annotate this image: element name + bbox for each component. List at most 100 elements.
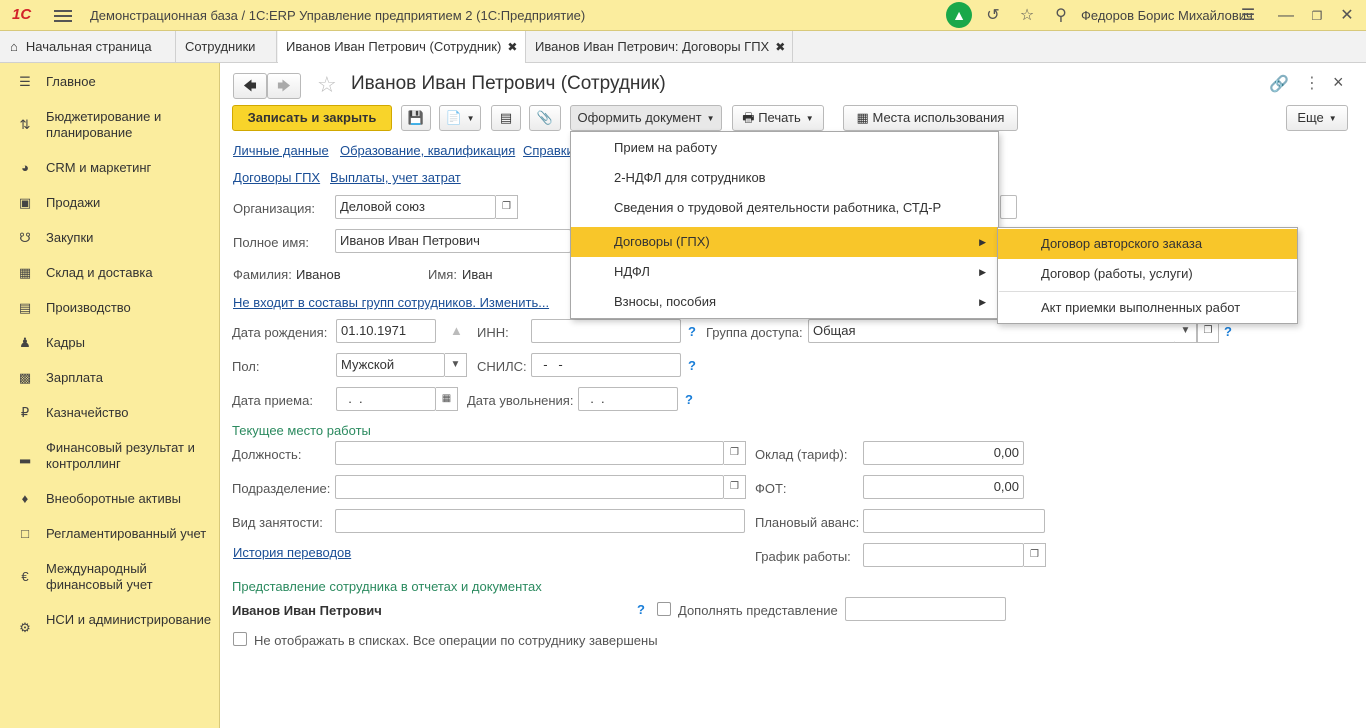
document-list-icon: ▤ bbox=[499, 110, 513, 125]
link-payments[interactable]: Выплаты, учет затрат bbox=[330, 170, 461, 185]
sidebar-item-ifrs[interactable]: € Международный финансовый учет bbox=[0, 561, 220, 593]
favorites-star-icon[interactable]: ☆ bbox=[1016, 5, 1038, 27]
sidebar-item-financial-result[interactable]: ▂ Финансовый результат и контроллинг bbox=[0, 440, 220, 472]
sidebar-item-treasury[interactable]: ₽ Казначейство bbox=[0, 405, 220, 421]
employment-type-field[interactable] bbox=[335, 509, 745, 533]
sidebar-item-main[interactable]: ☰ Главное bbox=[0, 74, 220, 90]
submenu-item-acceptance-act[interactable]: Акт приемки выполненных работ bbox=[998, 293, 1297, 323]
representation-help-icon[interactable]: ? bbox=[637, 602, 645, 617]
inn-field[interactable] bbox=[531, 319, 681, 343]
history-icon[interactable]: ↺ bbox=[982, 5, 1004, 27]
tab-employees[interactable]: Сотрудники bbox=[177, 31, 277, 62]
close-tab-icon[interactable]: ✖ bbox=[775, 40, 785, 54]
complement-field[interactable] bbox=[845, 597, 1006, 621]
tab-gph-contracts[interactable]: Иванов Иван Петрович: Договоры ГПХ ✖ bbox=[527, 31, 793, 62]
planned-advance-field[interactable] bbox=[863, 509, 1045, 533]
sidebar-item-fixed-assets[interactable]: ♦ Внеоборотные активы bbox=[0, 491, 220, 507]
transfer-history-link[interactable]: История переводов bbox=[233, 545, 351, 560]
settings-menu-icon[interactable]: ☰ bbox=[1237, 5, 1259, 27]
sidebar-item-regulated-accounting[interactable]: □ Регламентированный учет bbox=[0, 526, 220, 542]
make-document-button[interactable]: Оформить документ ▼ bbox=[570, 105, 722, 131]
hide-in-lists-checkbox[interactable] bbox=[233, 632, 247, 646]
create-based-on-button[interactable]: 📄 ▼ bbox=[439, 105, 481, 131]
gender-select[interactable]: Мужской bbox=[336, 353, 445, 377]
calendar-icon[interactable]: ▦ bbox=[436, 387, 458, 411]
sidebar-item-hr[interactable]: ♟ Кадры bbox=[0, 335, 220, 351]
chevron-down-icon: ▼ bbox=[706, 113, 715, 123]
hire-date-field[interactable]: . . bbox=[336, 387, 436, 411]
fot-label: ФОТ: bbox=[755, 481, 787, 496]
sidebar-item-label: Казначейство bbox=[46, 405, 129, 420]
close-form-icon[interactable]: × bbox=[1333, 72, 1344, 93]
dismissal-date-field[interactable]: . . bbox=[578, 387, 678, 411]
organization-field[interactable]: Деловой союз bbox=[335, 195, 496, 219]
link-references[interactable]: Справки bbox=[523, 143, 574, 158]
salary-field[interactable]: 0,00 bbox=[863, 441, 1024, 465]
reminder-bell-icon[interactable]: ▲ bbox=[450, 323, 463, 338]
fot-field[interactable]: 0,00 bbox=[863, 475, 1024, 499]
open-icon[interactable]: ❐ bbox=[724, 441, 746, 465]
tab-label: Иванов Иван Петрович (Сотрудник) bbox=[286, 39, 502, 54]
bag-icon: ▣ bbox=[18, 195, 32, 210]
attach-files-button[interactable]: 📎 bbox=[529, 105, 561, 131]
usage-places-button[interactable]: ▦ Места использования bbox=[843, 105, 1018, 131]
full-name-field[interactable]: Иванов Иван Петрович bbox=[335, 229, 571, 253]
link-gph-contracts[interactable]: Договоры ГПХ bbox=[233, 170, 320, 185]
sidebar-item-admin[interactable]: ⚙ НСИ и администрирование bbox=[0, 612, 220, 644]
sidebar-item-production[interactable]: ▤ Производство bbox=[0, 300, 220, 316]
menu-item-contributions[interactable]: Взносы, пособия ▶ bbox=[571, 287, 998, 317]
birth-date-field[interactable]: 01.10.1971 bbox=[336, 319, 436, 343]
menu-item-hiring[interactable]: Прием на работу bbox=[571, 133, 998, 163]
favorite-star-icon[interactable]: ☆ bbox=[317, 72, 337, 98]
print-button[interactable]: 🖶 Печать ▼ bbox=[732, 105, 824, 131]
inn-help-icon[interactable]: ? bbox=[688, 324, 696, 339]
snils-help-icon[interactable]: ? bbox=[688, 358, 696, 373]
more-actions-button[interactable]: Еще ▼ bbox=[1286, 105, 1348, 131]
sidebar-item-budgeting[interactable]: ⇅ Бюджетирование и планирование bbox=[0, 109, 220, 141]
complement-checkbox[interactable] bbox=[657, 602, 671, 616]
schedule-field[interactable] bbox=[863, 543, 1024, 567]
menu-item-ndfl[interactable]: НДФЛ ▶ bbox=[571, 257, 998, 287]
organization-extra-field[interactable] bbox=[1000, 195, 1017, 219]
forward-button[interactable]: 🡆 bbox=[267, 73, 301, 99]
notification-bell-icon[interactable]: ▲ bbox=[946, 2, 972, 28]
restore-icon[interactable]: ❐ bbox=[1306, 5, 1328, 27]
link-icon[interactable]: 🔗 bbox=[1269, 74, 1289, 94]
search-icon[interactable]: ⚲ bbox=[1050, 5, 1072, 27]
minimize-icon[interactable]: — bbox=[1275, 5, 1297, 27]
position-field[interactable] bbox=[335, 441, 724, 465]
sidebar-item-purchases[interactable]: ☋ Закупки bbox=[0, 230, 220, 246]
more-vertical-icon[interactable]: ⋮ bbox=[1304, 73, 1320, 93]
submenu-item-author-order[interactable]: Договор авторского заказа bbox=[998, 229, 1297, 259]
hamburger-menu-icon[interactable] bbox=[54, 7, 72, 23]
back-button[interactable]: 🡄 bbox=[233, 73, 267, 99]
reports-button[interactable]: ▤ bbox=[491, 105, 521, 131]
employee-groups-link[interactable]: Не входит в составы групп сотрудников. И… bbox=[233, 295, 549, 310]
dropdown-icon[interactable]: ▼ bbox=[445, 353, 467, 377]
open-icon[interactable]: ❐ bbox=[724, 475, 746, 499]
close-tab-icon[interactable]: ✖ bbox=[507, 40, 517, 54]
button-label: Печать bbox=[758, 110, 801, 125]
save-and-close-button[interactable]: Записать и закрыть bbox=[232, 105, 392, 131]
tab-employee-card[interactable]: Иванов Иван Петрович (Сотрудник) ✖ bbox=[278, 31, 526, 63]
menu-item-gph-contracts[interactable]: Договоры (ГПХ) ▶ bbox=[571, 227, 998, 257]
link-education[interactable]: Образование, квалификация bbox=[340, 143, 515, 158]
user-name[interactable]: Федоров Борис Михайлович bbox=[1081, 8, 1253, 23]
close-window-icon[interactable]: ✕ bbox=[1336, 5, 1358, 27]
sidebar-item-salary[interactable]: ▩ Зарплата bbox=[0, 370, 220, 386]
department-field[interactable] bbox=[335, 475, 724, 499]
dismissal-help-icon[interactable]: ? bbox=[685, 392, 693, 407]
access-group-help-icon[interactable]: ? bbox=[1224, 324, 1232, 339]
tab-home[interactable]: ⌂ Начальная страница bbox=[0, 31, 176, 62]
sidebar-item-crm[interactable]: ◕ CRM и маркетинг bbox=[0, 160, 220, 176]
sidebar-item-warehouse[interactable]: ▦ Склад и доставка bbox=[0, 265, 220, 281]
menu-item-std-r[interactable]: Сведения о трудовой деятельности работни… bbox=[571, 193, 998, 223]
snils-field[interactable]: - - bbox=[531, 353, 681, 377]
submenu-item-works-services[interactable]: Договор (работы, услуги) bbox=[998, 259, 1297, 289]
link-personal-data[interactable]: Личные данные bbox=[233, 143, 329, 158]
open-icon[interactable]: ❐ bbox=[496, 195, 518, 219]
sidebar-item-sales[interactable]: ▣ Продажи bbox=[0, 195, 220, 211]
save-button[interactable]: 💾 bbox=[401, 105, 431, 131]
open-icon[interactable]: ❐ bbox=[1024, 543, 1046, 567]
menu-item-2ndfl[interactable]: 2-НДФЛ для сотрудников bbox=[571, 163, 998, 193]
